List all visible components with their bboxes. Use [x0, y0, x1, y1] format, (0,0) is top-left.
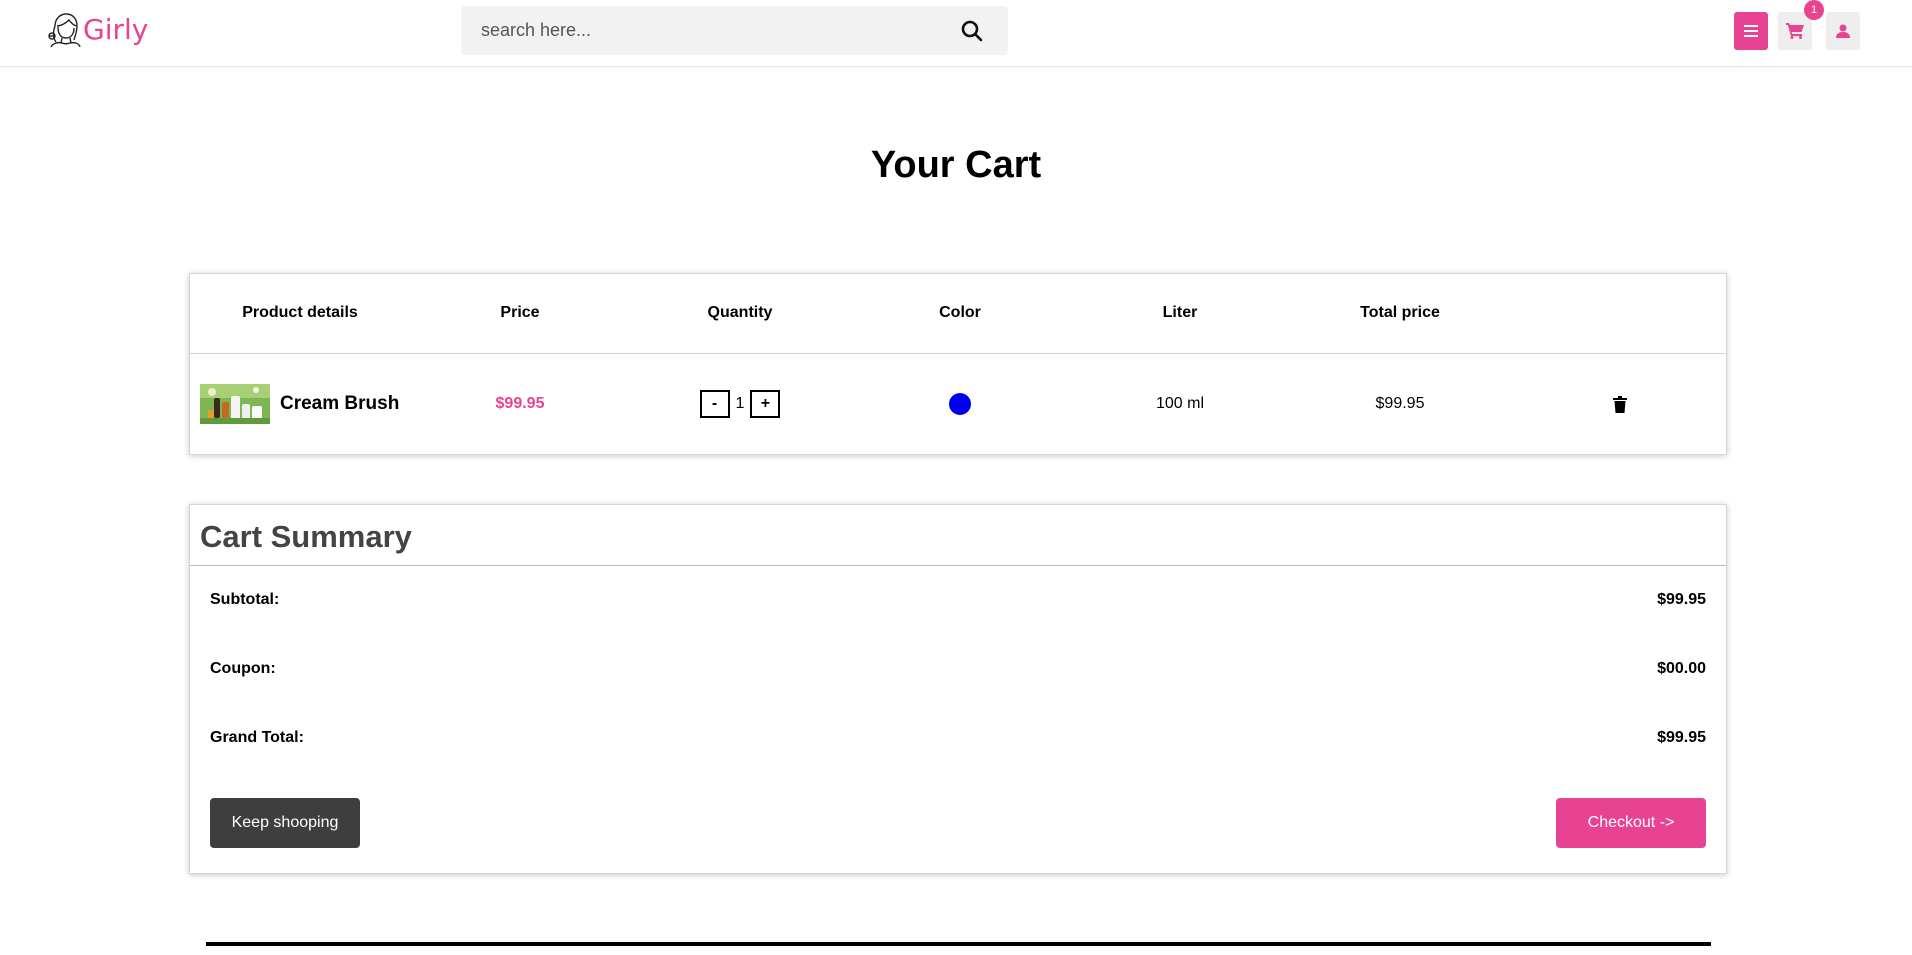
decrease-quantity-button[interactable]: -: [699, 390, 730, 418]
coupon-row: Coupon: $00.00: [210, 660, 1706, 684]
grand-total-row: Grand Total: $99.95: [210, 729, 1706, 753]
column-header-quantity: Quantity: [707, 304, 773, 321]
coupon-label: Coupon:: [210, 660, 276, 677]
column-header-product-details: Product details: [242, 304, 358, 321]
logo[interactable]: Girly: [47, 12, 148, 48]
top-navbar: Girly 1: [0, 0, 1912, 67]
menu-icon: [1744, 25, 1758, 37]
column-header-price: Price: [500, 304, 540, 321]
search-icon[interactable]: [960, 19, 984, 43]
subtotal-label: Subtotal:: [210, 591, 280, 608]
footer-divider: [206, 942, 1711, 946]
delete-cell: [1510, 354, 1730, 454]
product-name[interactable]: Cream Brush: [280, 393, 399, 415]
subtotal-row: Subtotal: $99.95: [210, 591, 1706, 615]
column-header-total-price: Total price: [1360, 304, 1440, 321]
cart-icon: [1786, 23, 1804, 39]
keep-shopping-button[interactable]: Keep shooping: [210, 798, 360, 848]
product-price: $99.95: [495, 395, 545, 412]
girl-face-icon: [48, 13, 81, 48]
increase-quantity-button[interactable]: +: [750, 390, 781, 418]
user-icon: [1836, 24, 1850, 38]
cart-table-header: Product details Price Quantity Color Lit…: [190, 274, 1726, 354]
summary-divider: [190, 565, 1726, 566]
checkout-button[interactable]: Checkout ->: [1556, 798, 1706, 848]
summary-title: Cart Summary: [200, 519, 412, 554]
logo-text: Girly: [83, 13, 149, 46]
grand-total-value: $99.95: [1657, 729, 1706, 746]
search-bar: [461, 6, 1008, 55]
product-total-price: $99.95: [1375, 395, 1425, 412]
quantity-stepper: - 1 +: [630, 354, 850, 454]
product-liter: 100 ml: [1155, 395, 1205, 412]
cart-table: Product details Price Quantity Color Lit…: [189, 273, 1727, 455]
menu-button[interactable]: [1734, 12, 1768, 50]
cart-count-badge: 1: [1804, 0, 1824, 20]
cart-summary: Cart Summary Subtotal: $99.95 Coupon: $0…: [189, 504, 1727, 874]
color-swatch: [949, 393, 971, 415]
search-input[interactable]: [461, 6, 941, 55]
user-button[interactable]: [1826, 12, 1860, 50]
column-header-liter: Liter: [1162, 304, 1198, 321]
table-row: Cream Brush $99.95 - 1 + 100 ml $99.95: [190, 354, 1726, 454]
color-cell: [850, 354, 1070, 454]
trash-icon[interactable]: [1613, 395, 1627, 413]
page-title: Your Cart: [870, 144, 1042, 186]
subtotal-value: $99.95: [1657, 591, 1706, 608]
quantity-value: 1: [735, 395, 745, 412]
product-thumbnail[interactable]: [200, 384, 270, 424]
grand-total-label: Grand Total:: [210, 729, 304, 746]
column-header-color: Color: [939, 304, 981, 321]
coupon-value: $00.00: [1657, 660, 1706, 677]
